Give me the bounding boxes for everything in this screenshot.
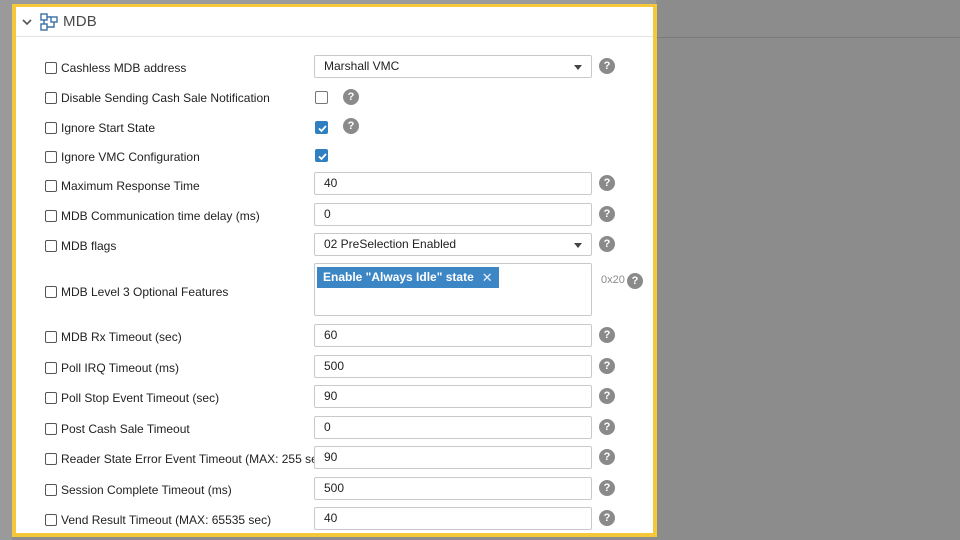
chip-label: Enable "Always Idle" state — [323, 270, 474, 284]
row-checkbox[interactable] — [45, 392, 57, 404]
setting-row-poll-stop-event-timeout: Poll Stop Event Timeout (sec) 90 ? — [16, 385, 653, 409]
setting-label: Disable Sending Cash Sale Notification — [61, 91, 270, 105]
row-checkbox[interactable] — [45, 453, 57, 465]
setting-row-disable-cash-sale-notification: Disable Sending Cash Sale Notification ? — [16, 86, 653, 110]
hex-value-suffix: 0x20 — [601, 274, 625, 286]
mdb-communication-time-delay-input[interactable]: 0 — [314, 203, 592, 226]
chevron-down-icon[interactable] — [21, 16, 33, 28]
setting-row-maximum-response-time: Maximum Response Time 40 ? — [16, 172, 653, 196]
setting-label: Ignore Start State — [61, 121, 156, 135]
setting-label: Cashless MDB address — [61, 61, 187, 75]
poll-irq-timeout-input[interactable]: 500 — [314, 355, 592, 378]
help-icon[interactable]: ? — [599, 419, 615, 435]
help-icon[interactable]: ? — [627, 273, 643, 289]
checkmark-icon — [318, 125, 327, 133]
row-checkbox[interactable] — [45, 92, 57, 104]
row-checkbox[interactable] — [45, 423, 57, 435]
help-icon[interactable]: ? — [599, 175, 615, 191]
setting-label: Poll IRQ Timeout (ms) — [61, 361, 180, 375]
post-cash-sale-timeout-input[interactable]: 0 — [314, 416, 592, 439]
setting-row-poll-irq-timeout: Poll IRQ Timeout (ms) 500 ? — [16, 355, 653, 379]
checkmark-icon — [318, 153, 327, 161]
setting-row-reader-state-error-event-timeout: Reader State Error Event Timeout (MAX: 2… — [16, 446, 653, 470]
cashless-mdb-address-select[interactable]: Marshall VMC — [314, 55, 592, 78]
help-icon[interactable]: ? — [343, 118, 359, 134]
mdb-settings-panel: MDB Cashless MDB address Marshall VMC ? … — [12, 4, 657, 537]
setting-row-mdb-flags: MDB flags 02 PreSelection Enabled ? — [16, 233, 653, 257]
selected-option-chip: Enable "Always Idle" state ✕ — [317, 267, 499, 288]
connector-icon — [40, 13, 58, 31]
help-icon[interactable]: ? — [599, 388, 615, 404]
mdb-level-3-optional-features-multiselect[interactable]: Enable "Always Idle" state ✕ — [314, 263, 592, 316]
ignore-vmc-configuration-checkbox[interactable] — [315, 149, 328, 162]
row-checkbox[interactable] — [45, 210, 57, 222]
section-title: MDB — [63, 13, 97, 30]
setting-row-ignore-start-state: Ignore Start State ? — [16, 116, 653, 140]
setting-row-cashless-mdb-address: Cashless MDB address Marshall VMC ? — [16, 55, 653, 79]
setting-row-session-complete-timeout: Session Complete Timeout (ms) 500 ? — [16, 477, 653, 501]
setting-row-ignore-vmc-configuration: Ignore VMC Configuration — [16, 145, 653, 169]
right-background — [656, 0, 960, 540]
setting-label: Reader State Error Event Timeout (MAX: 2… — [61, 452, 328, 466]
session-complete-timeout-input[interactable]: 500 — [314, 477, 592, 500]
help-icon[interactable]: ? — [343, 89, 359, 105]
help-icon[interactable]: ? — [599, 358, 615, 374]
left-background — [0, 0, 12, 540]
mdb-flags-select[interactable]: 02 PreSelection Enabled — [314, 233, 592, 256]
help-icon[interactable]: ? — [599, 480, 615, 496]
row-checkbox[interactable] — [45, 286, 57, 298]
row-checkbox[interactable] — [45, 151, 57, 163]
row-checkbox[interactable] — [45, 62, 57, 74]
setting-label: Post Cash Sale Timeout — [61, 422, 190, 436]
vend-result-timeout-input[interactable]: 40 — [314, 507, 592, 530]
maximum-response-time-input[interactable]: 40 — [314, 172, 592, 195]
select-value: Marshall VMC — [324, 59, 400, 73]
divider — [656, 37, 960, 38]
help-icon[interactable]: ? — [599, 58, 615, 74]
setting-label: MDB Level 3 Optional Features — [61, 285, 229, 299]
disable-cash-sale-notification-checkbox[interactable] — [315, 91, 328, 104]
ignore-start-state-checkbox[interactable] — [315, 121, 328, 134]
poll-stop-event-timeout-input[interactable]: 90 — [314, 385, 592, 408]
reader-state-error-event-timeout-input[interactable]: 90 — [314, 446, 592, 469]
setting-label: Maximum Response Time — [61, 179, 200, 193]
setting-label: Vend Result Timeout (MAX: 65535 sec) — [61, 513, 272, 527]
setting-label: Poll Stop Event Timeout (sec) — [61, 391, 220, 405]
setting-row-mdb-communication-time-delay: MDB Communication time delay (ms) 0 ? — [16, 203, 653, 227]
setting-row-mdb-rx-timeout: MDB Rx Timeout (sec) 60 ? — [16, 324, 653, 348]
row-checkbox[interactable] — [45, 180, 57, 192]
setting-label: Session Complete Timeout (ms) — [61, 483, 232, 497]
row-checkbox[interactable] — [45, 514, 57, 526]
caret-down-icon — [574, 65, 582, 70]
setting-row-vend-result-timeout: Vend Result Timeout (MAX: 65535 sec) 40 … — [16, 507, 653, 531]
row-checkbox[interactable] — [45, 240, 57, 252]
help-icon[interactable]: ? — [599, 327, 615, 343]
help-icon[interactable]: ? — [599, 206, 615, 222]
caret-down-icon — [574, 243, 582, 248]
row-checkbox[interactable] — [45, 484, 57, 496]
setting-label: Ignore VMC Configuration — [61, 150, 200, 164]
row-checkbox[interactable] — [45, 362, 57, 374]
setting-label: MDB Rx Timeout (sec) — [61, 330, 182, 344]
help-icon[interactable]: ? — [599, 236, 615, 252]
row-checkbox[interactable] — [45, 122, 57, 134]
help-icon[interactable]: ? — [599, 449, 615, 465]
setting-label: MDB Communication time delay (ms) — [61, 209, 260, 223]
mdb-rx-timeout-input[interactable]: 60 — [314, 324, 592, 347]
remove-chip-icon[interactable]: ✕ — [482, 267, 493, 288]
row-checkbox[interactable] — [45, 331, 57, 343]
setting-label: MDB flags — [61, 239, 117, 253]
help-icon[interactable]: ? — [599, 510, 615, 526]
setting-row-post-cash-sale-timeout: Post Cash Sale Timeout 0 ? — [16, 416, 653, 440]
section-header[interactable]: MDB — [16, 7, 653, 37]
select-value: 02 PreSelection Enabled — [324, 237, 457, 251]
